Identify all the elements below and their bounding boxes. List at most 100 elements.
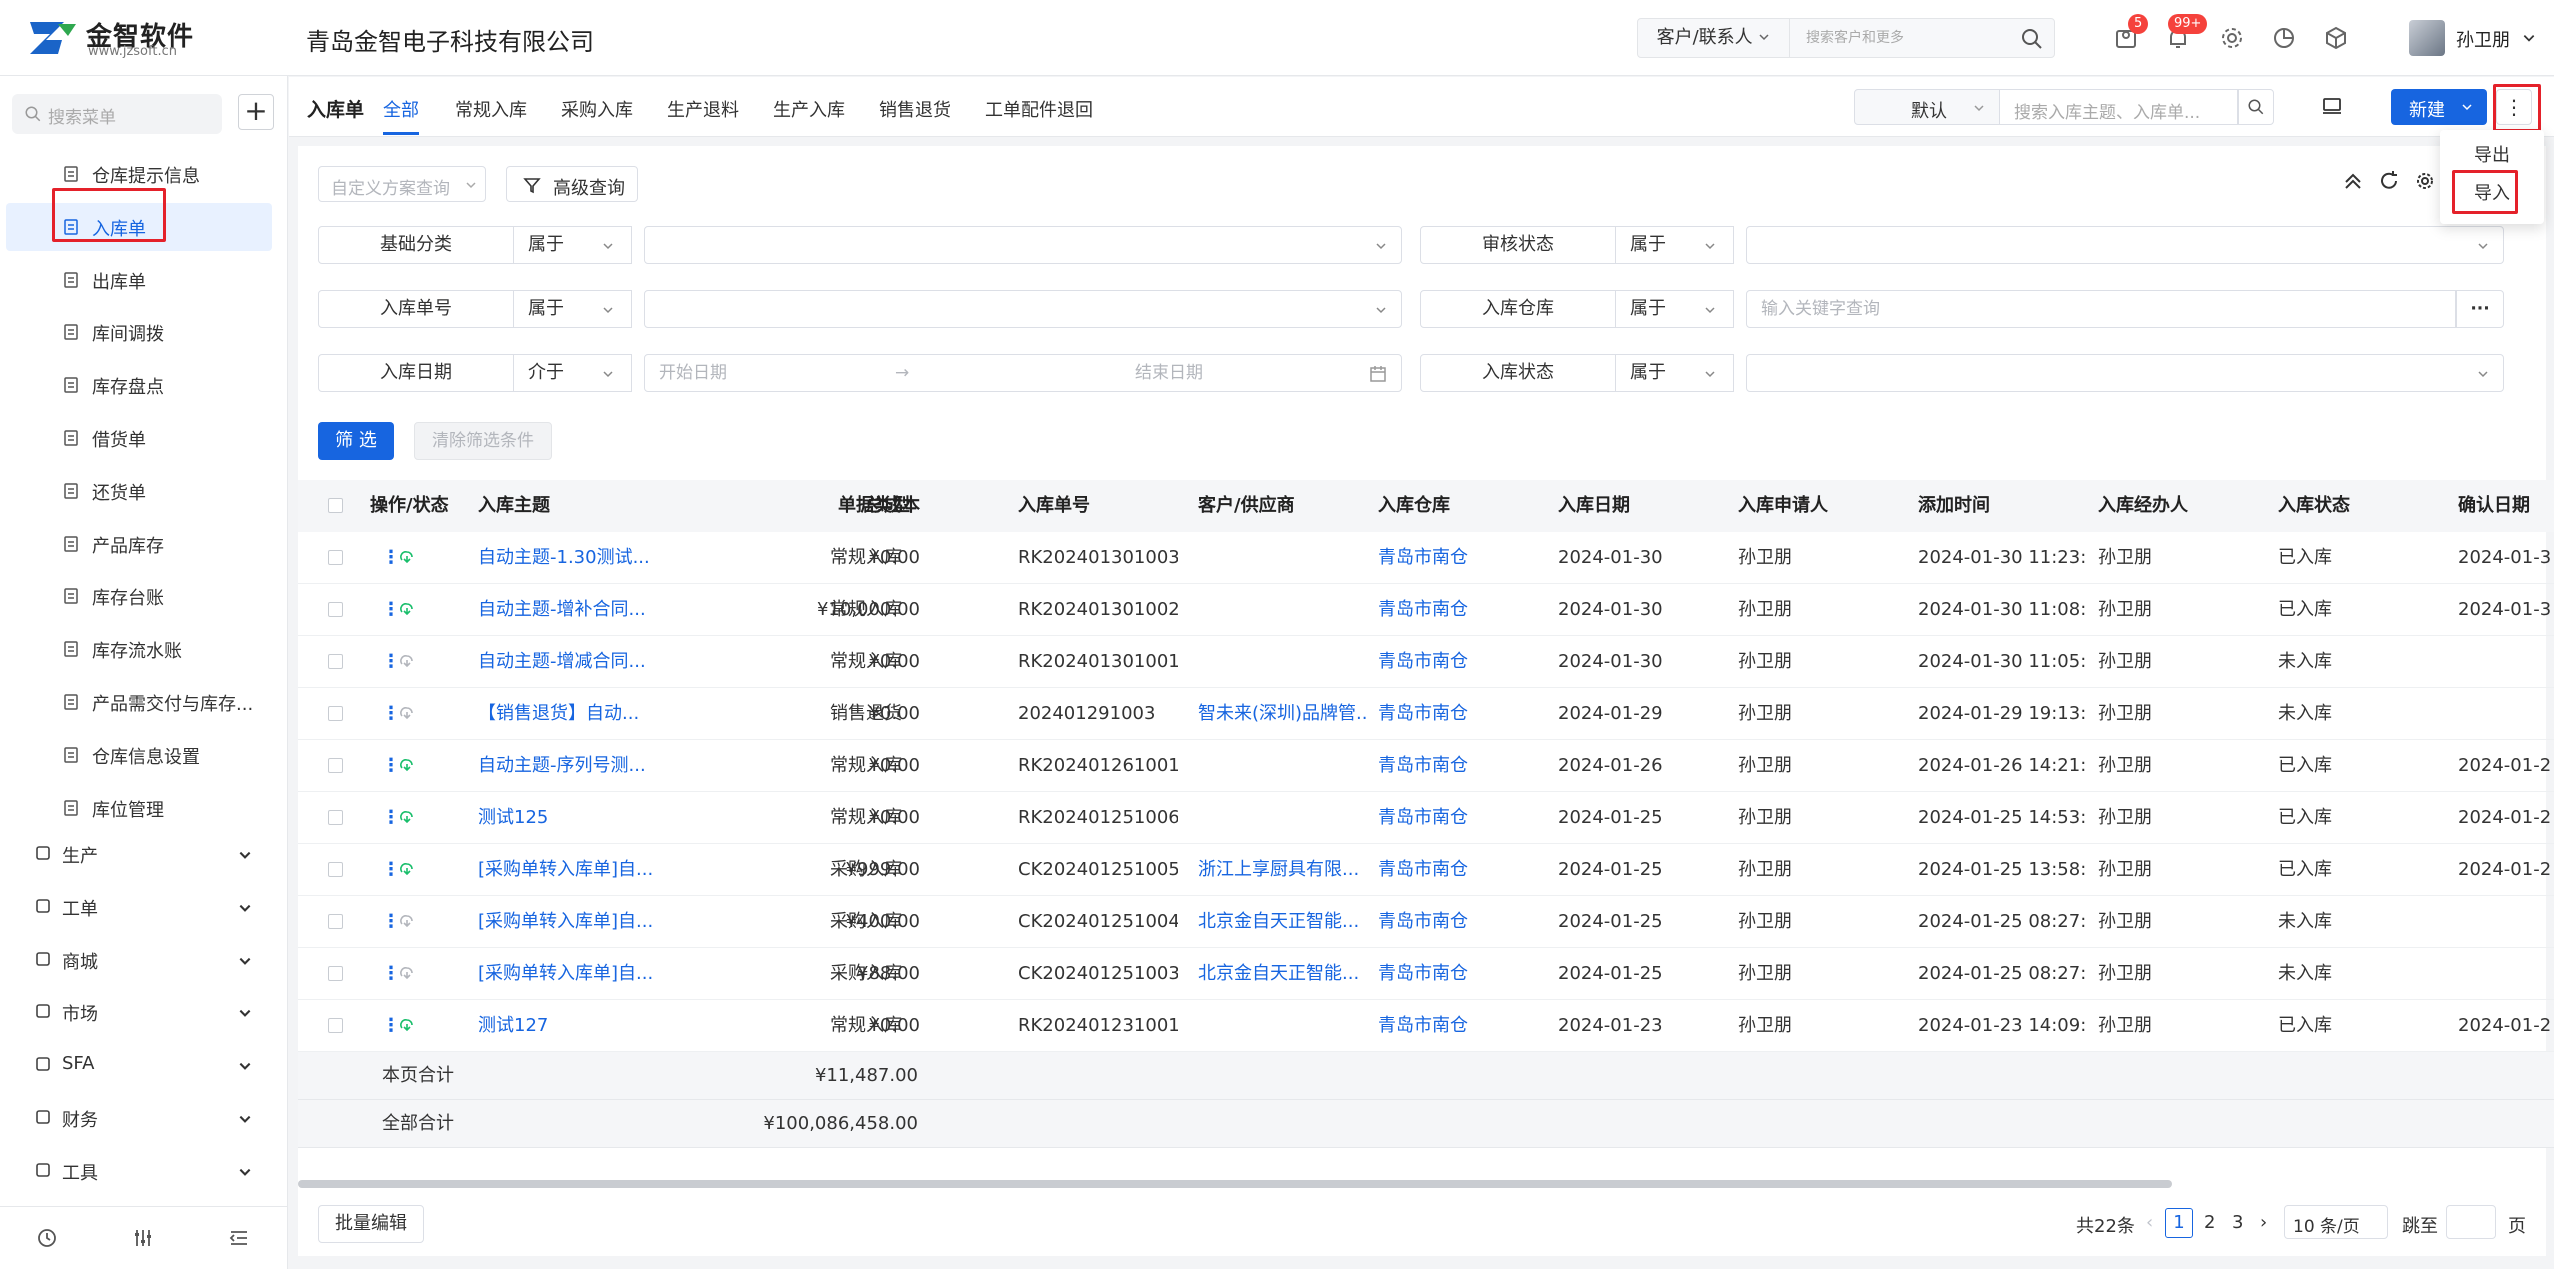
table-row[interactable]: ⋮ [采购单转入库单]自... ¥400.00 采购入库 CK202401251004 北…: [298, 896, 2554, 948]
cell-warehouse[interactable]: 青岛市南仓: [1378, 896, 1528, 948]
pie-chart-icon[interactable]: [2270, 24, 2298, 52]
page-1[interactable]: 1: [2165, 1208, 2193, 1238]
filter-op-warehouse[interactable]: 属于: [1616, 290, 1734, 328]
column-header-4[interactable]: 入库单号: [1018, 480, 1090, 532]
cell-partner[interactable]: 北京金自天正智能...: [1198, 948, 1368, 1000]
cell-warehouse[interactable]: 青岛市南仓: [1378, 844, 1528, 896]
cell-warehouse[interactable]: 青岛市南仓: [1378, 948, 1528, 1000]
scheme-select[interactable]: 自定义方案查询: [318, 166, 486, 202]
column-header-6[interactable]: 入库仓库: [1378, 480, 1450, 532]
list-search-input[interactable]: 搜索入库主题、入库单...: [2000, 89, 2238, 125]
column-header-7[interactable]: 入库日期: [1558, 480, 1630, 532]
tab-5[interactable]: 销售退货: [879, 96, 951, 122]
sidebar-item-9[interactable]: 库存流水账: [6, 625, 272, 673]
tab-4[interactable]: 生产入库: [773, 96, 845, 122]
list-search-button[interactable]: [2238, 89, 2274, 125]
global-search[interactable]: 客户/联系人 搜索客户和更多: [1637, 18, 2055, 58]
column-header-3[interactable]: 单据类型: [838, 480, 910, 532]
column-header-5[interactable]: 客户/供应商: [1198, 480, 1295, 532]
tab-3[interactable]: 生产退料: [667, 96, 739, 122]
new-button[interactable]: 新建: [2391, 89, 2487, 125]
filter-value-category[interactable]: [644, 226, 1402, 264]
collapse-up-icon[interactable]: [2342, 170, 2364, 192]
sidebar-group-3[interactable]: 市场: [0, 988, 288, 1036]
table-row[interactable]: ⋮ 测试127 ¥0.00 常规入库 RK202401231001 青岛市南仓 2024-0…: [298, 1000, 2554, 1052]
filter-op-audit-status[interactable]: 属于: [1616, 226, 1734, 264]
sidebar-group-4[interactable]: SFA: [0, 1041, 288, 1089]
search-icon[interactable]: [2020, 27, 2044, 51]
sidebar-item-7[interactable]: 产品库存: [6, 520, 272, 568]
sidebar-item-8[interactable]: 库存台账: [6, 572, 272, 620]
page-size-select[interactable]: 10 条/页: [2284, 1205, 2388, 1239]
cell-subject[interactable]: 自动主题-增补合同...: [478, 584, 658, 636]
filter-value-warehouse[interactable]: 输入关键字查询: [1746, 290, 2456, 328]
collapse-menu-icon[interactable]: [228, 1227, 250, 1249]
refresh-icon[interactable]: [2378, 170, 2400, 192]
sidebar-item-0[interactable]: 仓库提示信息: [6, 150, 272, 198]
date-range-picker[interactable]: 开始日期 → 结束日期: [644, 354, 1402, 392]
row-checkbox[interactable]: [328, 966, 343, 981]
sidebar-item-4[interactable]: 库存盘点: [6, 361, 272, 409]
row-checkbox[interactable]: [328, 550, 343, 565]
select-all-checkbox[interactable]: [328, 498, 343, 513]
cell-partner[interactable]: 智未来(深圳)品牌管...: [1198, 688, 1368, 740]
table-row[interactable]: ⋮ [采购单转入库单]自... ¥999.00 采购入库 CK202401251005 浙…: [298, 844, 2554, 896]
chevron-down-icon[interactable]: [2522, 31, 2536, 45]
cell-warehouse[interactable]: 青岛市南仓: [1378, 584, 1528, 636]
gear-icon[interactable]: [2218, 24, 2246, 52]
batch-edit-button[interactable]: 批量编辑: [318, 1205, 424, 1243]
cell-subject[interactable]: 自动主题-序列号测...: [478, 740, 658, 792]
cell-warehouse[interactable]: 青岛市南仓: [1378, 688, 1528, 740]
row-checkbox[interactable]: [328, 862, 343, 877]
tab-0[interactable]: 全部: [383, 96, 419, 122]
tab-6[interactable]: 工单配件退回: [985, 96, 1093, 122]
table-row[interactable]: ⋮ 自动主题-序列号测... ¥0.00 常规入库 RK202401261001 青岛市南…: [298, 740, 2554, 792]
sidebar-group-0[interactable]: 生产: [0, 830, 288, 878]
row-checkbox[interactable]: [328, 706, 343, 721]
clear-filters-button[interactable]: 清除筛选条件: [414, 422, 552, 460]
page-2[interactable]: 2: [2204, 1212, 2215, 1233]
start-date[interactable]: 开始日期: [659, 363, 727, 383]
filter-submit-button[interactable]: 筛 选: [318, 422, 394, 460]
view-select[interactable]: 默认: [1854, 89, 2000, 125]
cell-partner[interactable]: [1198, 1000, 1368, 1052]
filter-value-inbound-status[interactable]: [1746, 354, 2504, 392]
table-row[interactable]: ⋮ 自动主题-增补合同... ¥10,000.00 常规入库 RK20240130100…: [298, 584, 2554, 636]
cell-subject[interactable]: 自动主题-1.30测试...: [478, 532, 658, 584]
sidebar-item-1[interactable]: 入库单: [6, 202, 272, 251]
app-logo[interactable]: 金智软件 www.jzsoft.cn: [28, 16, 198, 60]
sidebar-item-3[interactable]: 库间调拨: [6, 308, 272, 356]
search-type-select[interactable]: 客户/联系人: [1638, 19, 1790, 57]
end-date[interactable]: 结束日期: [1135, 355, 1203, 391]
sidebar-group-5[interactable]: 财务: [0, 1094, 288, 1142]
cell-subject[interactable]: 测试125: [478, 792, 658, 844]
cell-partner[interactable]: [1198, 532, 1368, 584]
cell-subject[interactable]: 自动主题-增减合同...: [478, 636, 658, 688]
advanced-query-button[interactable]: 高级查询: [506, 166, 638, 202]
filter-op-inbound-status[interactable]: 属于: [1616, 354, 1734, 392]
add-menu-button[interactable]: +: [238, 94, 274, 130]
more-actions-button[interactable]: ⋮: [2496, 89, 2532, 125]
table-row[interactable]: ⋮ 自动主题-1.30测试... ¥0.00 常规入库 RK202401301003 青岛…: [298, 532, 2554, 584]
cell-warehouse[interactable]: 青岛市南仓: [1378, 636, 1528, 688]
sidebar-group-6[interactable]: 工具: [0, 1147, 288, 1195]
warehouse-picker-button[interactable]: ···: [2456, 290, 2504, 328]
cell-partner[interactable]: [1198, 636, 1368, 688]
user-name[interactable]: 孙卫朋: [2456, 26, 2510, 52]
table-row[interactable]: ⋮ 【销售退货】自动... ¥0.00 销售退货 202401291003 智未来(深圳)…: [298, 688, 2554, 740]
sidebar-group-1[interactable]: 工单: [0, 883, 288, 931]
avatar[interactable]: [2409, 20, 2445, 56]
page-3[interactable]: 3: [2232, 1212, 2243, 1233]
sidebar-item-12[interactable]: 库位管理: [6, 784, 272, 832]
jump-page-input[interactable]: [2446, 1205, 2496, 1239]
sidebar-item-2[interactable]: 出库单: [6, 256, 272, 304]
cell-warehouse[interactable]: 青岛市南仓: [1378, 740, 1528, 792]
filter-op-inbound-no[interactable]: 属于: [514, 290, 632, 328]
cell-subject[interactable]: 【销售退货】自动...: [478, 688, 658, 740]
cell-partner[interactable]: 浙江上享厨具有限...: [1198, 844, 1368, 896]
cell-subject[interactable]: [采购单转入库单]自...: [478, 948, 658, 1000]
menu-search-input[interactable]: 搜索菜单: [12, 94, 222, 134]
sidebar-item-6[interactable]: 还货单: [6, 467, 272, 515]
row-checkbox[interactable]: [328, 914, 343, 929]
cell-partner[interactable]: [1198, 584, 1368, 636]
